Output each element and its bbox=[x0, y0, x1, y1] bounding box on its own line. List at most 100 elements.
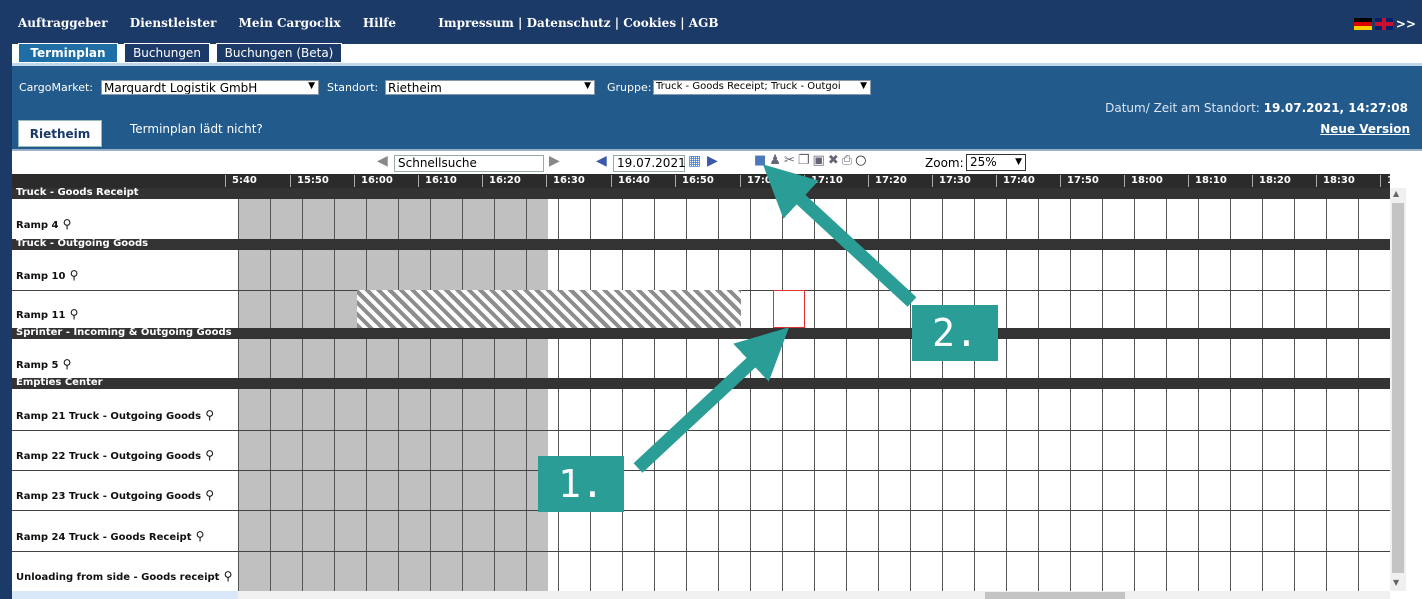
calendar-icon[interactable]: ▦ bbox=[688, 153, 701, 169]
timeline-tick: 17:00 bbox=[747, 175, 779, 186]
new-version-link[interactable]: Neue Version bbox=[1320, 122, 1410, 136]
timeline-tick-line bbox=[225, 175, 226, 187]
tab-buchungen-beta[interactable]: Buchungen (Beta) bbox=[216, 43, 342, 63]
german-flag-icon[interactable] bbox=[1353, 18, 1372, 30]
timeline-tick: 17:40 bbox=[1003, 175, 1035, 186]
nav-mein-cargoclix[interactable]: Mein Cargoclix bbox=[239, 16, 341, 30]
cut-icon[interactable]: ✂ bbox=[784, 153, 795, 168]
circle-icon[interactable]: ○ bbox=[855, 153, 866, 168]
search-resource-icon[interactable]: ⚲ bbox=[201, 488, 214, 502]
standort-value: Rietheim bbox=[388, 81, 442, 95]
timeline-tick: 16:10 bbox=[425, 175, 457, 186]
search-resource-icon[interactable]: ⚲ bbox=[65, 268, 79, 282]
tab-location-rietheim[interactable]: Rietheim bbox=[18, 120, 102, 147]
search-resource-icon[interactable]: ⚲ bbox=[191, 529, 205, 543]
vertical-scroll-thumb[interactable] bbox=[1392, 203, 1404, 573]
search-resource-icon[interactable]: ⚲ bbox=[65, 307, 79, 321]
search-resource-icon[interactable]: ⚲ bbox=[219, 569, 233, 583]
gruppe-select[interactable]: Truck - Goods Receipt; Truck - Outgoi ▼ bbox=[653, 80, 871, 95]
resource-name: Ramp 10 bbox=[16, 271, 66, 282]
scroll-up-icon[interactable]: ▲ bbox=[1393, 189, 1399, 198]
group-header-label: Empties Center bbox=[16, 377, 103, 388]
resource-row-label[interactable]: Ramp 11 ⚲ bbox=[16, 307, 78, 321]
resource-row-label[interactable]: Ramp 10 ⚲ bbox=[16, 268, 78, 282]
resource-name: Ramp 5 bbox=[16, 359, 59, 371]
timeline-tick: 16:40 bbox=[618, 175, 650, 186]
group-header: Truck - Outgoing Goods bbox=[12, 238, 1390, 250]
step-1-marker: 1. bbox=[538, 456, 624, 512]
print-icon[interactable]: ⎙ bbox=[842, 153, 852, 168]
date-input[interactable]: 19.07.2021 bbox=[613, 155, 686, 172]
tab-terminplan[interactable]: Terminplan bbox=[18, 43, 118, 63]
group-header-label: Sprinter - Incoming & Outgoing Goods bbox=[16, 327, 232, 338]
resource-row-label[interactable]: Ramp 22 Truck - Outgoing Goods ⚲ bbox=[16, 448, 214, 462]
resource-row-label[interactable]: Ramp 21 Truck - Outgoing Goods ⚲ bbox=[16, 408, 214, 422]
gruppe-label: Gruppe: bbox=[607, 81, 652, 94]
timeline-tick-line bbox=[611, 175, 612, 187]
nav-legal-links[interactable]: Impressum | Datenschutz | Cookies | AGB bbox=[438, 16, 718, 30]
quick-search-input[interactable]: Schnellsuche bbox=[394, 155, 544, 172]
resource-name: Ramp 22 Truck - Outgoing Goods bbox=[16, 451, 202, 462]
cargomarket-select[interactable]: Marquardt Logistik GmbH ▼ bbox=[101, 80, 319, 95]
horizontal-scroll-thumb[interactable] bbox=[985, 592, 1125, 599]
timeline-tick-line bbox=[546, 175, 547, 187]
timeline-tick-line bbox=[418, 175, 419, 187]
timeline-tick-line bbox=[996, 175, 997, 187]
resource-row-label[interactable]: Ramp 4 ⚲ bbox=[16, 217, 71, 231]
nav-dienstleister[interactable]: Dienstleister bbox=[130, 16, 217, 30]
standort-select[interactable]: Rietheim ▼ bbox=[385, 80, 595, 95]
resource-name: Ramp 24 Truck - Goods Receipt bbox=[16, 531, 192, 543]
search-resource-icon[interactable]: ⚲ bbox=[58, 217, 72, 231]
selected-slot[interactable] bbox=[773, 290, 805, 328]
cargomarket-value: Marquardt Logistik GmbH bbox=[104, 81, 258, 95]
date-prev-icon[interactable]: ◀ bbox=[596, 153, 607, 169]
zoom-value: 25% bbox=[970, 155, 997, 169]
resource-row-label[interactable]: Ramp 5 ⚲ bbox=[16, 357, 71, 371]
delete-icon[interactable]: ✖ bbox=[828, 153, 839, 168]
tab-buchungen[interactable]: Buchungen bbox=[124, 43, 210, 63]
resource-row-label[interactable]: Unloading from side - Goods receipt ⚲ bbox=[16, 569, 232, 583]
timeline-tick-line bbox=[932, 175, 933, 187]
search-resource-icon[interactable]: ⚲ bbox=[201, 448, 214, 462]
language-chevron[interactable]: >> bbox=[1396, 17, 1416, 31]
resource-name: Ramp 11 bbox=[16, 310, 66, 321]
person-icon[interactable]: ♟ bbox=[769, 153, 781, 168]
zoom-label: Zoom: bbox=[925, 156, 964, 170]
timeline-tick: 18:4 bbox=[1387, 175, 1412, 186]
uk-flag-icon[interactable] bbox=[1374, 18, 1393, 30]
resource-row-label[interactable]: Ramp 23 Truck - Outgoing Goods ⚲ bbox=[16, 488, 214, 502]
chevron-down-icon: ▼ bbox=[1015, 157, 1022, 167]
new-booking-icon[interactable]: ■ bbox=[754, 153, 766, 168]
timeline-tick: 18:30 bbox=[1323, 175, 1355, 186]
search-next-icon[interactable]: ▶ bbox=[549, 153, 560, 169]
schedule-not-loading-link[interactable]: Terminplan lädt nicht? bbox=[130, 122, 263, 136]
timeline-tick: 18:10 bbox=[1195, 175, 1227, 186]
horizontal-scrollbar[interactable] bbox=[238, 591, 1390, 599]
chevron-down-icon: ▼ bbox=[308, 81, 315, 91]
timeline-tick: 17:20 bbox=[875, 175, 907, 186]
gruppe-value: Truck - Goods Receipt; Truck - Outgoi bbox=[656, 81, 841, 92]
search-prev-icon[interactable]: ◀ bbox=[377, 153, 388, 169]
row-separator bbox=[12, 470, 1390, 471]
nav-hilfe[interactable]: Hilfe bbox=[363, 16, 396, 30]
search-resource-icon[interactable]: ⚲ bbox=[201, 408, 214, 422]
paste-icon[interactable]: ▣ bbox=[813, 153, 825, 168]
nav-auftraggeber[interactable]: Auftraggeber bbox=[18, 16, 108, 30]
copy-icon[interactable]: ❐ bbox=[798, 153, 810, 168]
nav-links: Auftraggeber Dienstleister Mein Cargocli… bbox=[18, 16, 737, 30]
scroll-down-icon[interactable]: ▼ bbox=[1393, 578, 1399, 587]
standort-label: Standort: bbox=[327, 81, 379, 94]
booking-block[interactable] bbox=[357, 290, 741, 328]
app-window: Auftraggeber Dienstleister Mein Cargocli… bbox=[0, 0, 1422, 599]
resource-row-label[interactable]: Ramp 24 Truck - Goods Receipt ⚲ bbox=[16, 529, 204, 543]
row-separator bbox=[12, 430, 1390, 431]
zoom-select[interactable]: 25% ▼ bbox=[966, 154, 1026, 171]
timeline-tick-line bbox=[868, 175, 869, 187]
group-header-label: Truck - Outgoing Goods bbox=[16, 238, 149, 249]
search-resource-icon[interactable]: ⚲ bbox=[58, 357, 72, 371]
group-header-label: Truck - Goods Receipt bbox=[16, 187, 139, 198]
date-next-icon[interactable]: ▶ bbox=[707, 153, 718, 169]
step-2-marker: 2. bbox=[912, 305, 998, 361]
group-header: Empties Center bbox=[12, 377, 1390, 389]
chevron-down-icon: ▼ bbox=[584, 81, 591, 91]
